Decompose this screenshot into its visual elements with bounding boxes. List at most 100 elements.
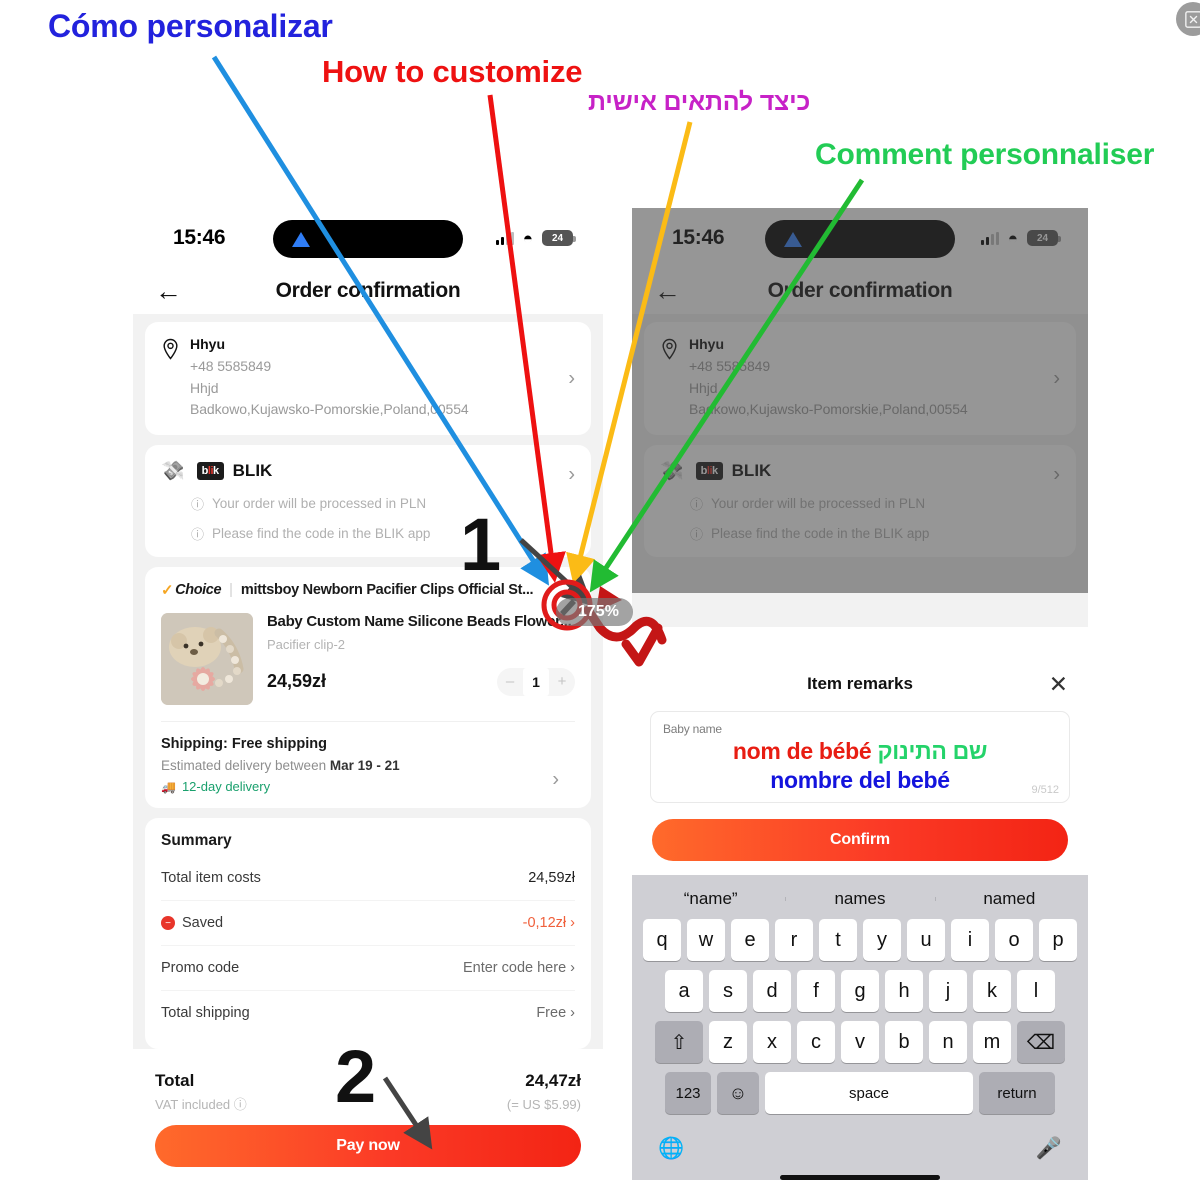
close-icon[interactable]: ✕ [1049,672,1068,696]
globe-icon[interactable]: 🌐 [658,1137,684,1161]
status-icons: ◓ 24 [495,230,576,247]
payment-method-name: BLIK [232,461,273,481]
backspace-icon[interactable]: ⌫ [1017,1021,1065,1063]
product-title: Baby Custom Name Silicone Beads Flower..… [267,613,572,631]
quantity-minus-button[interactable]: – [497,668,523,696]
prediction-1[interactable]: “name” [636,889,785,909]
phone-screenshot-right: 15:46 ◓ 24 ← Order confirmation [632,208,1088,1188]
shipping-title: Shipping: Free shipping [161,736,327,753]
key-n[interactable]: n [929,1021,967,1063]
summary-row[interactable]: − Saved -0,12zł › [161,901,575,947]
fast-delivery-label: 12-day delivery [181,779,271,795]
total-label: Total [155,1071,195,1091]
key-t[interactable]: t [819,919,857,961]
key-i[interactable]: i [951,919,989,961]
location-arrow-icon [292,231,310,247]
address-line2: Hhjd [190,379,219,396]
key-p[interactable]: p [1039,919,1077,961]
status-bar: 15:46 ◓ 24 [133,208,603,268]
modal-dim-overlay[interactable] [632,208,1088,593]
payment-note-2-text: Please find the code in the BLIK app [212,526,431,542]
key-e[interactable]: e [731,919,769,961]
key-q[interactable]: q [643,919,681,961]
key-l[interactable]: l [1017,970,1055,1012]
shipping-estimate-dates: Mar 19 - 21 [329,758,400,774]
key-k[interactable]: k [973,970,1011,1012]
signal-icon [495,231,514,245]
key-z[interactable]: z [709,1021,747,1063]
shift-arrow-icon[interactable]: ⇧ [655,1021,703,1063]
key-v[interactable]: v [841,1021,879,1063]
payment-chevron-icon[interactable]: › [568,464,575,487]
key-y[interactable]: y [863,919,901,961]
expand-icon[interactable] [1176,2,1200,36]
key-g[interactable]: g [841,970,879,1012]
space-key[interactable]: space [765,1072,973,1114]
step-number-1: 1 [460,503,502,586]
blik-logo-icon: blik [196,462,224,481]
shipping-section[interactable]: Shipping: Free shipping Estimated delive… [161,721,575,794]
shipping-chevron-icon[interactable]: › [552,769,559,792]
prediction-3[interactable]: named [934,889,1084,909]
key-s[interactable]: s [709,970,747,1012]
key-w[interactable]: w [687,919,725,961]
character-counter: 9/512 [1031,784,1059,796]
chevron-right-icon[interactable]: › [568,367,575,390]
product-row[interactable]: Baby Custom Name Silicone Beads Flower..… [161,613,575,706]
numbers-key[interactable]: 123 [665,1072,711,1114]
remark-value-spanish: nombre del bebé [770,767,950,793]
payment-note-1-text: Your order will be processed in PLN [212,496,427,512]
key-u[interactable]: u [907,919,945,961]
quantity-plus-button[interactable]: + [549,668,575,696]
address-line3: Badkowo,Kujawsko-Pomorskie,Poland,00554 [190,401,469,418]
key-c[interactable]: c [797,1021,835,1063]
address-card[interactable]: Hhyu +48 5585849 Hhjd Badkowo,Kujawsko-P… [145,322,591,436]
payment-hand-icon: 💸 [161,461,185,483]
total-amount: 24,47zł [525,1071,581,1091]
remark-value-line-1: nom de bébé שם התינוק [663,738,1057,765]
summary-row[interactable]: Total shipping Free › [161,991,575,1035]
payment-card[interactable]: 💸 blik BLIK › ⓘ Your order will be proce… [145,445,591,558]
summary-row[interactable]: Promo code Enter code here › [161,946,575,992]
info-circle-icon[interactable]: ⓘ [234,1097,247,1112]
summary-row-value[interactable]: -0,12zł › [523,915,575,931]
key-o[interactable]: o [995,919,1033,961]
screenshot-canvas: 15:46 ◓ 24 ← Order confirmation Hhyu +48… [0,0,1200,1200]
confirm-button[interactable]: Confirm [652,819,1068,861]
store-row[interactable]: ✓ Choice | mittsboy Newborn Pacifier Clip… [161,581,575,601]
summary-row-label: Total shipping [161,1005,250,1022]
key-f[interactable]: f [797,970,835,1012]
total-usd: (= US $5.99) [506,1097,581,1113]
quantity-value[interactable]: 1 [523,667,549,696]
return-key[interactable]: return [979,1072,1055,1114]
key-r[interactable]: r [775,919,813,961]
key-x[interactable]: x [753,1021,791,1063]
battery-level: 24 [544,232,571,244]
microphone-icon[interactable]: 🎤 [1036,1137,1062,1161]
summary-row-value[interactable]: Free › [536,1005,575,1021]
info-circle-icon: ⓘ [191,497,205,513]
product-card: ✓ Choice | mittsboy Newborn Pacifier Clip… [145,567,591,809]
key-m[interactable]: m [973,1021,1011,1063]
check-icon: ✓ [161,582,174,600]
pay-now-button[interactable]: Pay now [155,1125,581,1168]
back-arrow-icon[interactable]: ← [155,277,182,305]
annotation-spanish: Cómo personalizar [48,8,333,44]
product-thumbnail[interactable] [161,613,253,706]
prediction-2[interactable]: names [785,889,934,909]
summary-row: Total item costs 24,59zł [161,856,575,902]
promo-code-value[interactable]: Enter code here › [463,960,575,976]
remark-input-box[interactable]: Baby name nom de bébé שם התינוק nombre d… [650,711,1070,803]
key-a[interactable]: a [665,970,703,1012]
battery-icon: 24 [542,230,576,246]
key-b[interactable]: b [885,1021,923,1063]
keyboard-row-1: q w e r t y u i o p [636,919,1084,961]
emoji-smiley-icon[interactable]: ☺ [717,1072,759,1114]
key-j[interactable]: j [929,970,967,1012]
product-variant: Pacifier clip-2 [267,636,346,652]
quantity-stepper[interactable]: – 1 + [497,667,575,696]
keyboard-row-4: 123 ☺ space return [636,1072,1084,1114]
choice-badge: ✓ Choice [161,581,222,600]
key-d[interactable]: d [753,970,791,1012]
key-h[interactable]: h [885,970,923,1012]
